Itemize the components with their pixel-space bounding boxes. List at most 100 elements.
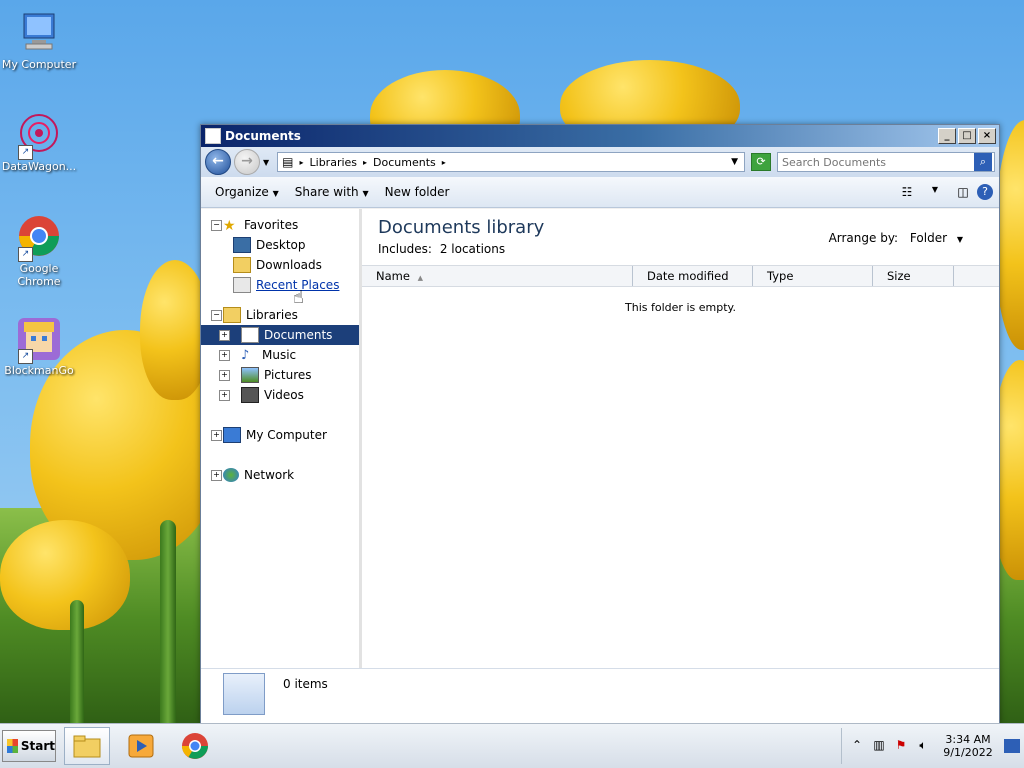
explorer-window: Documents _ □ × ← → ▼ ▤ ▸ Libraries ▸ Do… bbox=[200, 124, 1000, 724]
view-options-chevron-icon[interactable]: ▼ bbox=[927, 185, 943, 199]
breadcrumb-separator[interactable]: ▸ bbox=[442, 158, 446, 167]
network-status-icon[interactable]: ▥ bbox=[871, 738, 887, 754]
desktop-icon-google-chrome[interactable]: ↗ Google Chrome bbox=[0, 214, 78, 288]
collapse-toggle-icon[interactable]: − bbox=[211, 309, 222, 321]
media-player-icon bbox=[128, 734, 154, 758]
libraries-folder-icon bbox=[223, 307, 241, 323]
datawagon-icon: ↗ bbox=[16, 112, 62, 160]
chevron-down-icon: ▼ bbox=[362, 189, 369, 198]
clock[interactable]: 3:34 AM 9/1/2022 bbox=[938, 733, 998, 759]
nav-pictures[interactable]: + Pictures bbox=[201, 365, 359, 385]
expand-toggle-icon[interactable]: + bbox=[211, 469, 222, 481]
taskbar-media-player-button[interactable] bbox=[118, 727, 164, 765]
column-header-date-modified[interactable]: Date modified bbox=[633, 266, 753, 286]
breadcrumb-documents[interactable]: Documents bbox=[373, 156, 436, 169]
address-field[interactable]: ▤ ▸ Libraries ▸ Documents ▸ ▼ bbox=[277, 152, 745, 172]
nav-music[interactable]: + ♪ Music bbox=[201, 345, 359, 365]
documents-library-large-icon bbox=[223, 673, 265, 715]
start-button[interactable]: Start bbox=[2, 730, 56, 762]
shortcut-arrow-icon: ↗ bbox=[18, 349, 33, 364]
network-icon bbox=[223, 468, 239, 482]
chrome-icon bbox=[182, 733, 208, 759]
shortcut-arrow-icon: ↗ bbox=[18, 247, 33, 262]
preview-pane-icon[interactable]: ◫ bbox=[955, 185, 971, 199]
item-count: 0 items bbox=[283, 677, 328, 691]
nav-label: My Computer bbox=[246, 428, 327, 442]
show-desktop-icon[interactable] bbox=[1004, 739, 1020, 753]
nav-label: Videos bbox=[264, 388, 304, 402]
desktop-icon-my-computer[interactable]: My Computer bbox=[0, 10, 78, 71]
column-header-size[interactable]: Size bbox=[873, 266, 954, 286]
main-area: − ★ Favorites Desktop Downloads Recent P… bbox=[201, 209, 999, 669]
downloads-folder-icon bbox=[233, 257, 251, 273]
taskbar-explorer-button[interactable] bbox=[64, 727, 110, 765]
desktop-icon-blockmango[interactable]: ↗ BlockmanGo bbox=[0, 316, 78, 377]
close-button[interactable]: × bbox=[978, 128, 996, 144]
change-view-icon[interactable]: ☷ bbox=[899, 185, 915, 199]
desktop-icon-datawagon[interactable]: ↗ DataWagon... bbox=[0, 112, 78, 173]
taskbar-chrome-button[interactable] bbox=[172, 727, 218, 765]
new-folder-button[interactable]: New folder bbox=[377, 185, 458, 199]
pictures-icon bbox=[241, 367, 259, 383]
nav-label: Documents bbox=[264, 328, 333, 342]
maximize-button[interactable]: □ bbox=[958, 128, 976, 144]
address-bar-row: ← → ▼ ▤ ▸ Libraries ▸ Documents ▸ ▼ ⟳ ⌕ bbox=[201, 147, 999, 177]
computer-icon bbox=[16, 10, 62, 56]
share-with-label: Share with bbox=[294, 185, 359, 199]
search-icon[interactable]: ⌕ bbox=[974, 153, 992, 171]
help-icon[interactable]: ? bbox=[977, 184, 993, 200]
includes-locations-link[interactable]: 2 locations bbox=[440, 242, 505, 256]
search-box[interactable]: ⌕ bbox=[777, 152, 995, 172]
nav-network[interactable]: + Network bbox=[201, 465, 359, 485]
expand-toggle-icon[interactable]: + bbox=[219, 369, 230, 381]
nav-downloads[interactable]: Downloads bbox=[201, 255, 359, 275]
history-dropdown-icon[interactable]: ▼ bbox=[263, 158, 269, 167]
shortcut-arrow-icon: ↗ bbox=[18, 145, 33, 160]
desktop-icon bbox=[233, 237, 251, 253]
nav-label: Network bbox=[244, 468, 295, 482]
column-header-type[interactable]: Type bbox=[753, 266, 873, 286]
library-title: Documents library bbox=[378, 217, 545, 238]
clock-time: 3:34 AM bbox=[945, 733, 991, 746]
arrange-by-dropdown[interactable]: Folder ▼ bbox=[910, 231, 963, 245]
nav-my-computer[interactable]: + My Computer bbox=[201, 425, 359, 445]
nav-recent-places[interactable]: Recent Places bbox=[201, 275, 359, 295]
address-dropdown-icon[interactable]: ▼ bbox=[731, 157, 738, 167]
back-button[interactable]: ← bbox=[205, 149, 231, 175]
wallpaper-tulip bbox=[0, 520, 130, 630]
hand-cursor-icon: ☝ bbox=[293, 287, 304, 308]
nav-videos[interactable]: + Videos bbox=[201, 385, 359, 405]
breadcrumb-libraries[interactable]: Libraries bbox=[310, 156, 358, 169]
minimize-button[interactable]: _ bbox=[938, 128, 956, 144]
nav-favorites[interactable]: − ★ Favorites bbox=[201, 215, 359, 235]
show-hidden-icons-icon[interactable]: ⌃ bbox=[849, 738, 865, 754]
expand-toggle-icon[interactable]: + bbox=[219, 349, 230, 361]
clock-date: 9/1/2022 bbox=[943, 746, 993, 759]
forward-button[interactable]: → bbox=[234, 149, 260, 175]
nav-documents[interactable]: + Documents bbox=[201, 325, 359, 345]
computer-icon bbox=[223, 427, 241, 443]
action-center-icon[interactable]: ⚑ bbox=[893, 738, 909, 754]
arrange-by-label: Arrange by: bbox=[828, 231, 899, 245]
music-note-icon: ♪ bbox=[241, 348, 250, 363]
videos-film-icon bbox=[241, 387, 259, 403]
volume-icon[interactable]: 🔈︎ bbox=[915, 738, 931, 754]
breadcrumb-separator[interactable]: ▸ bbox=[300, 158, 304, 167]
chrome-icon: ↗ bbox=[16, 214, 62, 262]
organize-button[interactable]: Organize ▼ bbox=[207, 185, 287, 199]
refresh-button[interactable]: ⟳ bbox=[751, 153, 771, 171]
window-titlebar[interactable]: Documents _ □ × bbox=[201, 125, 999, 147]
share-with-button[interactable]: Share with ▼ bbox=[287, 185, 377, 199]
nav-desktop[interactable]: Desktop bbox=[201, 235, 359, 255]
includes-label: Includes: bbox=[378, 242, 432, 256]
content-pane: Documents library Includes: 2 locations … bbox=[362, 209, 999, 669]
search-input[interactable] bbox=[778, 154, 974, 170]
column-header-name[interactable]: Name ▲ bbox=[362, 266, 633, 286]
nav-libraries[interactable]: − Libraries bbox=[201, 305, 359, 325]
arrange-by: Arrange by: Folder ▼ bbox=[829, 231, 963, 245]
collapse-toggle-icon[interactable]: − bbox=[211, 219, 222, 231]
expand-toggle-icon[interactable]: + bbox=[219, 329, 230, 341]
expand-toggle-icon[interactable]: + bbox=[211, 429, 222, 441]
breadcrumb-separator[interactable]: ▸ bbox=[363, 158, 367, 167]
expand-toggle-icon[interactable]: + bbox=[219, 389, 230, 401]
